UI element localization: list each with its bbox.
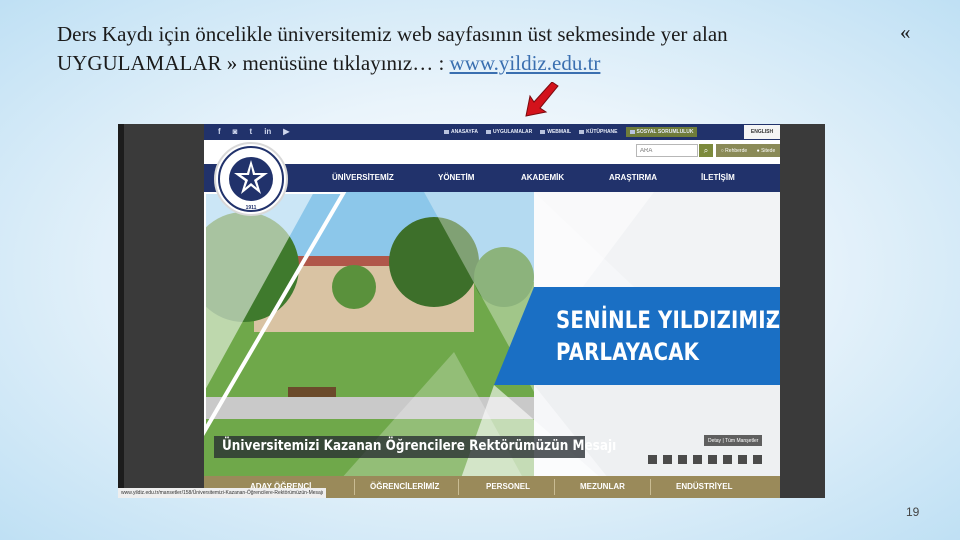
slider-dot[interactable]: [678, 455, 687, 464]
slider-dots: [648, 455, 762, 464]
divider: [554, 479, 555, 495]
search-icon[interactable]: ⌕: [699, 144, 713, 157]
quick-link-label: SOSYAL SORUMLULUK: [636, 129, 694, 135]
quick-link-webmail[interactable]: WEBMAIL: [540, 129, 571, 135]
nav-yonetim[interactable]: YÖNETİM: [438, 164, 474, 192]
facebook-icon[interactable]: f: [218, 127, 221, 136]
logo-year: 1911: [245, 205, 257, 211]
nav-universitemiz[interactable]: ÜNİVERSİTEMİZ: [332, 164, 394, 192]
university-logo[interactable]: 1911: [214, 142, 288, 216]
bottom-nav-mezunlar[interactable]: MEZUNLAR: [580, 476, 625, 498]
slider-dot[interactable]: [693, 455, 702, 464]
search-input[interactable]: [636, 144, 698, 157]
top-bar: f ◙ t in ▶ ANASAYFA UYGULAMALAR WEBMAIL …: [204, 124, 780, 140]
website-screenshot: f ◙ t in ▶ ANASAYFA UYGULAMALAR WEBMAIL …: [118, 124, 825, 498]
quick-link-label: KÜTÜPHANE: [586, 129, 618, 135]
bottom-nav-ogrencilerimiz[interactable]: ÖĞRENCİLERİMİZ: [370, 476, 439, 498]
slider-dot[interactable]: [723, 455, 732, 464]
quick-link-label: UYGULAMALAR: [493, 129, 533, 135]
quick-link-anasayfa[interactable]: ANASAYFA: [444, 129, 478, 135]
banner-line-1: SENİNLE YILDIZIMIZ: [556, 306, 780, 334]
details-link[interactable]: Detay | Tüm Manşetler: [704, 435, 763, 446]
youtube-icon[interactable]: ▶: [283, 127, 289, 136]
slider-dot[interactable]: [738, 455, 747, 464]
nav-iletisim[interactable]: İLETİŞİM: [701, 164, 735, 192]
nav-akademik[interactable]: AKADEMİK: [521, 164, 564, 192]
radio-label: Sitede: [761, 147, 776, 154]
radio-sitede[interactable]: ● Sitede: [757, 148, 776, 154]
home-icon: [444, 130, 449, 134]
red-arrow-icon: [525, 82, 559, 117]
instagram-icon[interactable]: ◙: [233, 127, 238, 136]
instruction-line-1: Ders Kaydı için öncelikle üniversitemiz …: [57, 22, 728, 46]
social-icon: [629, 130, 635, 134]
quick-link-kutuphane[interactable]: KÜTÜPHANE: [579, 129, 618, 135]
slider-dot[interactable]: [753, 455, 762, 464]
status-url: www.yildiz.edu.tr/mansetler/158/Üniversi…: [118, 488, 327, 498]
nav-arastirma[interactable]: ARAŞTIRMA: [609, 164, 657, 192]
twitter-icon[interactable]: t: [250, 127, 253, 136]
slider-dot[interactable]: [663, 455, 672, 464]
star-logo-icon: [218, 146, 284, 212]
instruction-text: Ders Kaydı için öncelikle üniversitemiz …: [57, 20, 877, 78]
radio-label: Rehberde: [725, 147, 748, 154]
quick-link-label: WEBMAIL: [547, 129, 572, 135]
bottom-nav-personel[interactable]: PERSONEL: [486, 476, 530, 498]
social-links: f ◙ t in ▶: [218, 127, 289, 136]
quick-links: ANASAYFA UYGULAMALAR WEBMAIL KÜTÜPHANE S…: [444, 124, 698, 140]
page-number: 19: [906, 505, 920, 519]
quote-mark: «: [900, 20, 911, 44]
quick-link-sosyal-sorumluluk[interactable]: SOSYAL SORUMLULUK: [625, 127, 698, 137]
banner-line-2: PARLAYACAK: [556, 338, 700, 366]
search-scope: ○ Rehberde ● Sitede: [716, 144, 780, 157]
english-button[interactable]: ENGLISH: [744, 125, 780, 139]
quick-link-label: ANASAYFA: [451, 129, 479, 135]
library-icon: [579, 130, 585, 134]
apps-icon: [486, 130, 492, 134]
browser-edge: [118, 124, 124, 498]
website-link[interactable]: www.yildiz.edu.tr: [450, 51, 601, 75]
hero-slider[interactable]: SENİNLE YILDIZIMIZ PARLAYACAK › Üniversi…: [204, 190, 780, 498]
instruction-menu-text: UYGULAMALAR » menüsüne tıklayınız… :: [57, 51, 450, 75]
divider: [650, 479, 651, 495]
quick-link-uygulamalar[interactable]: UYGULAMALAR: [486, 129, 532, 135]
slider-dot[interactable]: [708, 455, 717, 464]
slider-dot[interactable]: [648, 455, 657, 464]
divider: [458, 479, 459, 495]
instruction-line-2: UYGULAMALAR » menüsüne tıklayınız… : www…: [57, 49, 877, 78]
divider: [354, 479, 355, 495]
radio-rehberde[interactable]: ○ Rehberde: [721, 148, 747, 154]
linkedin-icon[interactable]: in: [264, 127, 271, 136]
next-slide-icon[interactable]: ›: [766, 312, 771, 330]
slide-caption[interactable]: Üniversitemizi Kazanan Öğrencilere Rektö…: [222, 438, 616, 454]
university-website: f ◙ t in ▶ ANASAYFA UYGULAMALAR WEBMAIL …: [204, 124, 780, 498]
search-row: ⌕ ○ Rehberde ● Sitede: [204, 140, 780, 164]
slider-banner-text: SENİNLE YILDIZIMIZ PARLAYACAK: [556, 304, 780, 368]
mail-icon: [540, 130, 546, 134]
bottom-nav-endustriyel[interactable]: ENDÜSTRİYEL: [676, 476, 732, 498]
main-nav: ÜNİVERSİTEMİZ YÖNETİM AKADEMİK ARAŞTIRMA…: [204, 164, 780, 192]
